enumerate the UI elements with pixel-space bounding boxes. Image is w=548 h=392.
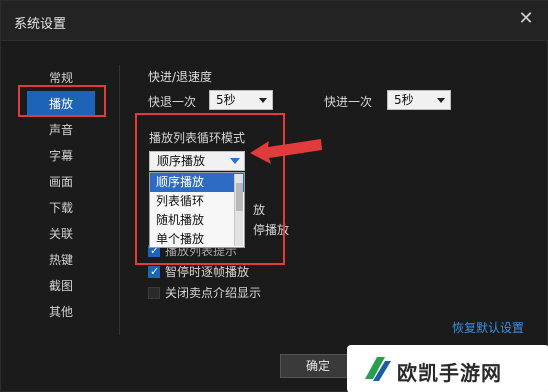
frame-step-checkbox[interactable]	[148, 265, 160, 278]
sidebar-item-other[interactable]: 其他	[27, 299, 95, 325]
title-bar: 系统设置 ✕	[1, 1, 548, 41]
speed-section-label: 快进/退速度	[148, 70, 213, 84]
watermark-logo-icon	[365, 357, 391, 381]
dropdown-option-random[interactable]: 随机播放	[150, 211, 244, 230]
dropdown-option-sequential[interactable]: 顺序播放	[150, 173, 244, 192]
sidebar-item-sound[interactable]: 声音	[27, 117, 95, 143]
dropdown-option-single[interactable]: 单个播放	[150, 230, 244, 249]
loop-mode-select-value: 顺序播放	[157, 154, 206, 168]
scrollbar-thumb[interactable]	[236, 183, 243, 211]
sidebar-item-subtitle[interactable]: 字幕	[27, 143, 95, 169]
loop-mode-label: 播放列表循环模式	[149, 131, 246, 145]
rewind-select[interactable]: 5秒	[209, 90, 273, 110]
sidebar-item-screenshot[interactable]: 截图	[27, 273, 95, 299]
loop-mode-dropdown: 顺序播放 列表循环 随机播放 单个播放	[149, 172, 245, 248]
forward-label: 快进一次	[324, 95, 373, 109]
forward-select[interactable]: 5秒	[387, 90, 451, 110]
forward-select-value: 5秒	[394, 93, 414, 107]
sidebar-item-download[interactable]: 下载	[27, 195, 95, 221]
disable-intro-checkbox[interactable]	[148, 287, 160, 299]
close-icon[interactable]: ✕	[517, 10, 535, 28]
rewind-label: 快退一次	[148, 95, 197, 109]
rewind-select-value: 5秒	[216, 93, 236, 107]
loop-mode-select[interactable]: 顺序播放	[149, 151, 245, 171]
sidebar: 常规 播放 声音 字幕 画面 下载 关联 热键 截图 其他	[27, 65, 113, 325]
chevron-down-icon	[259, 98, 267, 103]
disable-intro-label: 关闭卖点介绍显示	[165, 286, 262, 300]
sidebar-item-general[interactable]: 常规	[27, 65, 95, 91]
chevron-down-icon	[230, 158, 240, 164]
dropdown-scrollbar[interactable]	[234, 174, 243, 246]
window-title: 系统设置	[14, 17, 67, 32]
dropdown-option-list-loop[interactable]: 列表循环	[150, 192, 244, 211]
sidebar-item-association[interactable]: 关联	[27, 221, 95, 247]
hidden-option-fragment: 放	[253, 203, 266, 217]
ok-button[interactable]: 确定	[280, 354, 356, 378]
frame-step-label: 智停时逐帧播放	[165, 265, 250, 279]
sidebar-item-hotkey[interactable]: 热键	[27, 247, 95, 273]
sidebar-item-picture[interactable]: 画面	[27, 169, 95, 195]
watermark-badge: 欧凯手游网	[347, 345, 548, 392]
hidden-option-fragment: 停播放	[253, 223, 290, 237]
settings-window: 系统设置 ✕ 常规 播放 声音 字幕 画面 下载 关联 热键 截图 其他 快进/…	[0, 0, 548, 392]
divider	[119, 65, 120, 335]
watermark-text: 欧凯手游网	[397, 361, 502, 385]
chevron-down-icon	[437, 98, 445, 103]
sidebar-item-playback[interactable]: 播放	[27, 91, 95, 117]
restore-default-link[interactable]: 恢复默认设置	[452, 319, 524, 336]
